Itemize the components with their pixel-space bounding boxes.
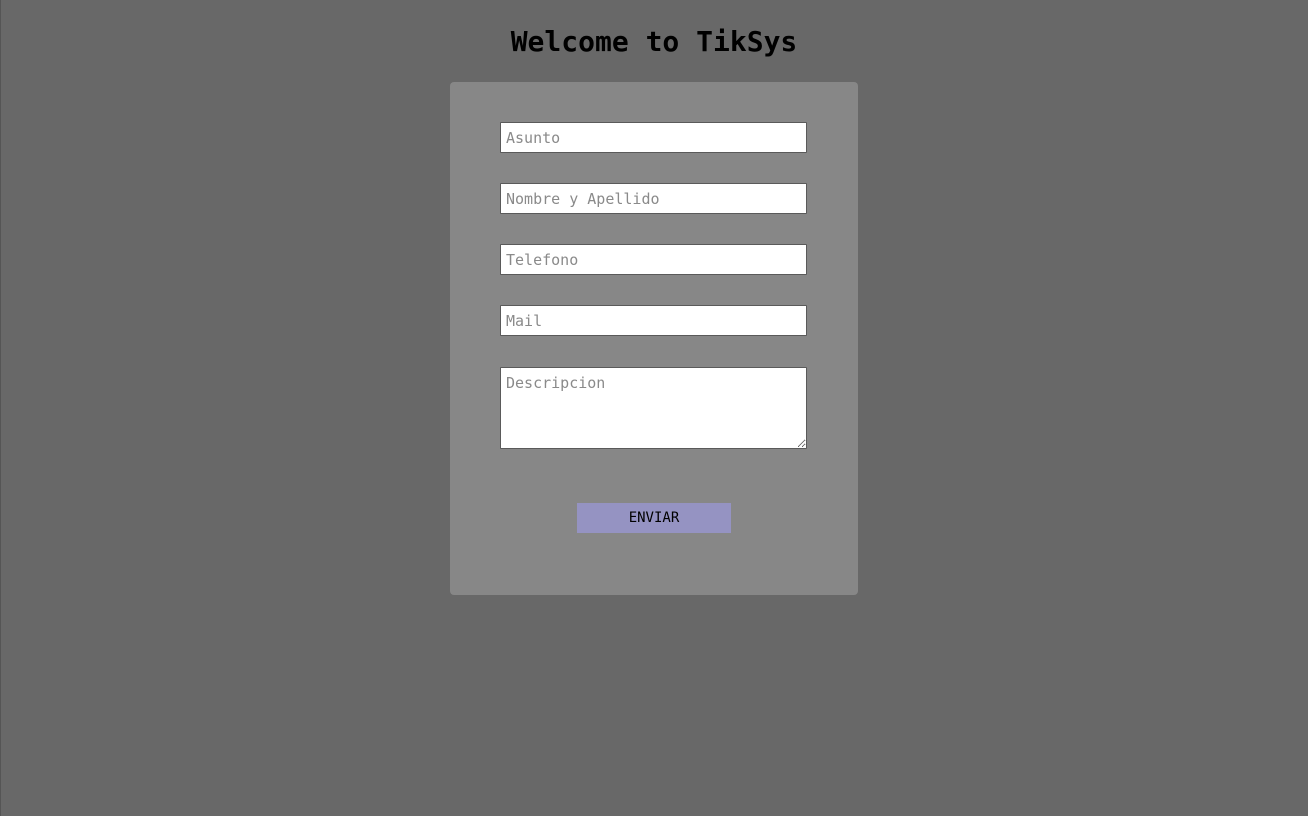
window-edge [0, 0, 1, 816]
subject-input[interactable] [500, 122, 807, 153]
ticket-form: ENVIAR [450, 82, 858, 595]
submit-button[interactable]: ENVIAR [577, 503, 731, 533]
email-input[interactable] [500, 305, 807, 336]
page-title: Welcome to TikSys [510, 25, 798, 58]
phone-input[interactable] [500, 244, 807, 275]
full-name-input[interactable] [500, 183, 807, 214]
description-textarea[interactable] [500, 367, 807, 449]
